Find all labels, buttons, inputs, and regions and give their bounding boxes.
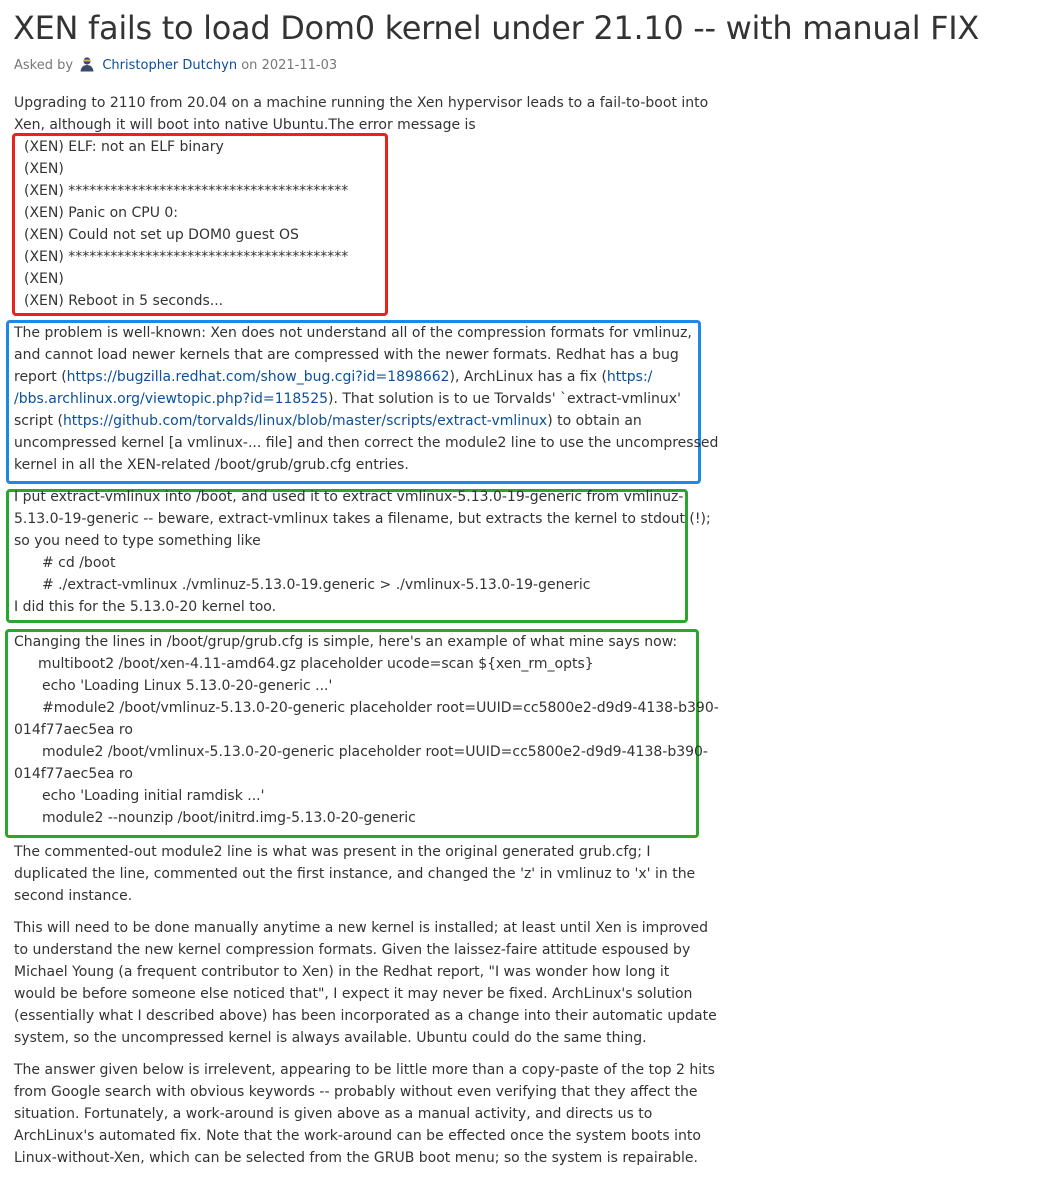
error-log-line: (XEN) **********************************… (24, 183, 349, 199)
commented-line-1: The commented-out module2 line is what w… (14, 844, 651, 860)
question-date: 2021-11-03 (261, 58, 338, 73)
answer-note-line-3: situation. Fortunately, a work-around is… (14, 1106, 653, 1122)
question-page: XEN fails to load Dom0 kernel under 21.1… (0, 0, 1064, 1187)
extract-line-2: 5.13.0-19-generic -- beware, extract-vml… (14, 511, 711, 527)
manual-line-3: Michael Young (a frequent contributor to… (14, 964, 670, 980)
github-extract-vmlinux-link[interactable]: https://github.com/torvalds/linux/blob/m… (63, 413, 547, 429)
problem-line-5: script (https://github.com/torvalds/linu… (14, 410, 704, 432)
error-log-line: (XEN) (24, 161, 64, 177)
error-log-line: (XEN) (24, 271, 64, 287)
problem-text: script ( (14, 413, 63, 429)
author-link[interactable]: Christopher Dutchyn (102, 58, 237, 73)
extract-line-4: I did this for the 5.13.0-20 kernel too. (14, 599, 277, 615)
manual-line-4: would be before someone else noticed tha… (14, 986, 693, 1002)
asked-by-label: Asked by (14, 58, 74, 73)
error-log-line: (XEN) **********************************… (24, 249, 349, 265)
problem-line-4: /bbs.archlinux.org/viewtopic.php?id=1185… (14, 388, 704, 410)
grub-intro: Changing the lines in /boot/grup/grub.cf… (14, 634, 678, 650)
problem-text: report ( (14, 369, 67, 385)
answer-note-line-5: Linux-without-Xen, which can be selected… (14, 1150, 698, 1166)
manual-line-6: system, so the uncompressed kernel is al… (14, 1030, 647, 1046)
problem-line-3: report (https://bugzilla.redhat.com/show… (14, 366, 704, 388)
manual-line-2: to understand the new kernel compression… (14, 942, 691, 958)
extract-line-1: I put extract-vmlinux into /boot, and us… (14, 489, 684, 505)
grub-line: echo 'Loading initial ramdisk ...' (42, 788, 265, 804)
problem-line-1: The problem is well-known: Xen does not … (14, 325, 692, 341)
error-log-line: (XEN) ELF: not an ELF binary (24, 139, 224, 155)
question-title: XEN fails to load Dom0 kernel under 21.1… (13, 9, 980, 47)
intro-line-2: Xen, although it will boot into native U… (14, 117, 476, 133)
archlinux-link-part2[interactable]: /bbs.archlinux.org/viewtopic.php?id=1185… (14, 391, 328, 407)
grub-line: multiboot2 /boot/xen-4.11-amd64.gz place… (38, 656, 594, 672)
error-log-line: (XEN) Reboot in 5 seconds... (24, 293, 224, 309)
error-log-line: (XEN) Could not set up DOM0 guest OS (24, 227, 299, 243)
extract-command-2: # ./extract-vmlinux ./vmlinuz-5.13.0-19.… (42, 577, 591, 593)
answer-note-line-1: The answer given below is irrelevent, ap… (14, 1062, 715, 1078)
commented-line-2: duplicated the line, commented out the f… (14, 866, 696, 882)
question-meta: Asked by Christopher Dutchyn on 2021-11-… (14, 56, 337, 76)
date-prefix: on (241, 58, 258, 73)
question-body: Upgrading to 2110 from 20.04 on a machin… (14, 92, 719, 1169)
intro-line-1: Upgrading to 2110 from 20.04 on a machin… (14, 95, 709, 111)
error-log-line: (XEN) Panic on CPU 0: (24, 205, 179, 221)
grub-line: 014f77aec5ea ro (14, 722, 133, 738)
grub-line: echo 'Loading Linux 5.13.0-20-generic ..… (42, 678, 333, 694)
extract-line-3: so you need to type something like (14, 533, 261, 549)
grub-line: module2 --nounzip /boot/initrd.img-5.13.… (42, 810, 416, 826)
bugzilla-link[interactable]: https://bugzilla.redhat.com/show_bug.cgi… (67, 369, 450, 385)
answer-note-line-2: from Google search with obvious keywords… (14, 1084, 698, 1100)
user-avatar-icon (79, 56, 95, 72)
problem-text: ). That solution is to ue Torvalds' `ext… (328, 391, 681, 407)
problem-line-7: kernel in all the XEN-related /boot/grub… (14, 457, 409, 473)
problem-text: ) to obtain an (547, 413, 642, 429)
archlinux-link-part1[interactable]: https:/ (607, 369, 652, 385)
manual-line-1: This will need to be done manually anyti… (14, 920, 709, 936)
problem-line-2: and cannot load newer kernels that are c… (14, 347, 679, 363)
commented-line-3: second instance. (14, 888, 133, 904)
grub-line: #module2 /boot/vmlinuz-5.13.0-20-generic… (42, 700, 719, 716)
answer-note-line-4: ArchLinux's automated fix. Note that the… (14, 1128, 701, 1144)
manual-line-5: (essentially what I described above) has… (14, 1008, 717, 1024)
problem-line-6: uncompressed kernel [a vmlinux-... file]… (14, 435, 719, 451)
problem-text: ), ArchLinux has a fix ( (449, 369, 607, 385)
grub-line: module2 /boot/vmlinux-5.13.0-20-generic … (42, 744, 708, 760)
extract-command-1: # cd /boot (42, 555, 116, 571)
grub-line: 014f77aec5ea ro (14, 766, 133, 782)
